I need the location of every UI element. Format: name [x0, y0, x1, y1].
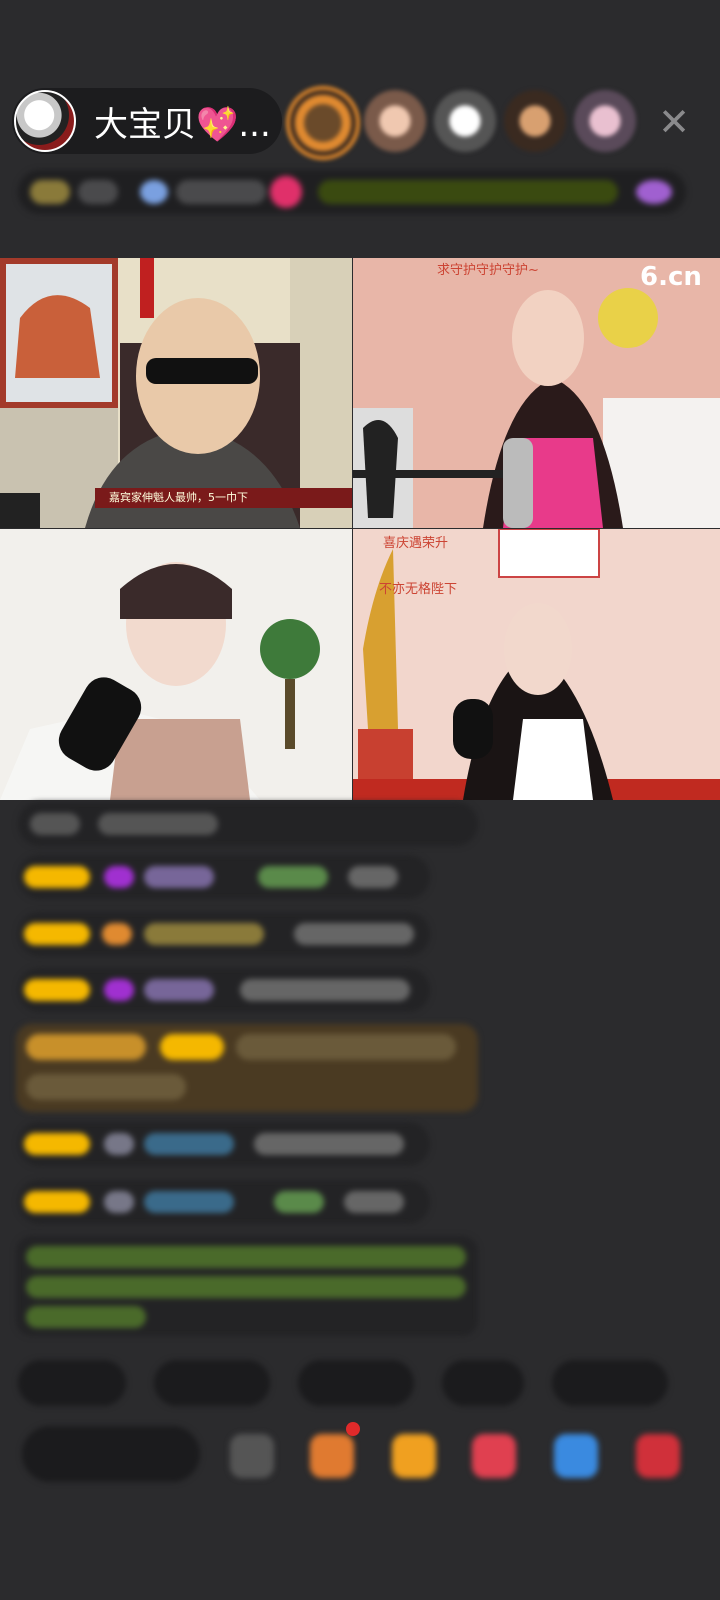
wall-text-2: 喜庆遇荣升 — [383, 536, 448, 551]
system-notice — [16, 1236, 478, 1336]
video-feed-2[interactable]: 求守护守护守护~ — [353, 258, 720, 528]
chat-message — [18, 855, 430, 899]
notification-dot — [346, 1422, 360, 1436]
chat-message-highlighted — [16, 1024, 478, 1112]
viewer-avatar[interactable] — [290, 90, 356, 156]
host-profile-pill[interactable]: 大宝贝💖... — [12, 88, 282, 154]
viewer-avatar[interactable] — [364, 90, 426, 152]
top-viewers-list — [290, 90, 636, 156]
host-name: 大宝贝💖... — [94, 104, 271, 145]
quick-reply-chip[interactable] — [154, 1360, 270, 1406]
chat-message — [18, 1180, 430, 1224]
video-feed-4-image: 喜庆遇荣升 不亦无格陛下 — [353, 529, 720, 800]
platform-watermark: 6.cn — [640, 262, 702, 292]
video-feed-3[interactable] — [0, 529, 352, 800]
more-icon[interactable] — [230, 1434, 274, 1478]
quick-reply-chip[interactable] — [442, 1360, 524, 1406]
quick-reply-chip[interactable] — [552, 1360, 668, 1406]
viewer-avatar[interactable] — [434, 90, 496, 152]
chat-message — [18, 912, 430, 956]
chat-message — [18, 1122, 430, 1166]
treasure-icon[interactable] — [392, 1434, 436, 1478]
gift-box-icon[interactable] — [310, 1434, 354, 1478]
chat-message — [18, 802, 478, 846]
video-feed-2-image: 求守护守护守护~ — [353, 258, 720, 528]
viewer-avatar[interactable] — [504, 90, 566, 152]
host-avatar[interactable] — [14, 90, 76, 152]
video-feed-3-image — [0, 529, 352, 800]
quick-reply-chip[interactable] — [18, 1360, 126, 1406]
gift-icon[interactable] — [636, 1434, 680, 1478]
wall-text-3: 不亦无格陛下 — [379, 581, 457, 597]
video-feed-4[interactable]: 喜庆遇荣升 不亦无格陛下 — [353, 529, 720, 800]
quick-reply-row — [18, 1360, 668, 1406]
chat-bubble-icon[interactable] — [554, 1434, 598, 1478]
quick-reply-chip[interactable] — [298, 1360, 414, 1406]
chat-message — [18, 968, 430, 1012]
chat-input-button[interactable] — [22, 1426, 200, 1482]
room-badge-row[interactable] — [18, 170, 686, 214]
video-caption-banner: 嘉宾家伸魁人最帅，5一巾下 — [95, 488, 352, 508]
heart-icon[interactable] — [472, 1434, 516, 1478]
wall-text-1: 求守护守护守护~ — [437, 263, 539, 278]
close-icon[interactable]: ✕ — [652, 100, 696, 144]
viewer-avatar[interactable] — [574, 90, 636, 152]
